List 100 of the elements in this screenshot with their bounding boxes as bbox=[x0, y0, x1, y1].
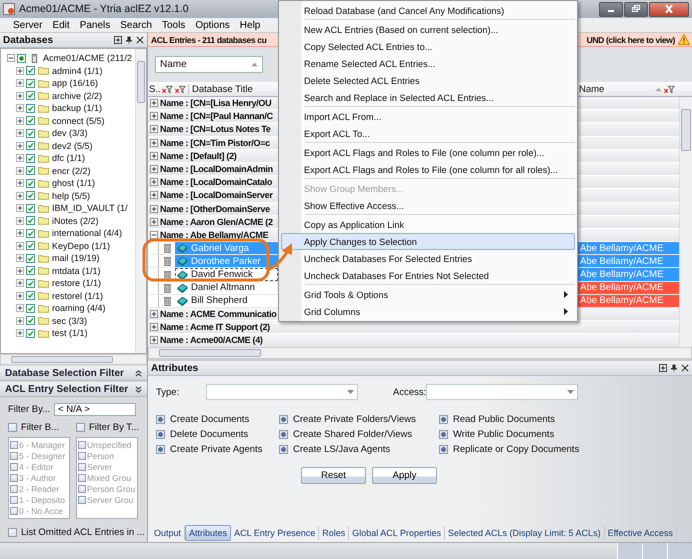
filter-icon[interactable] bbox=[175, 84, 186, 94]
tree-item[interactable]: restore (1/1) bbox=[52, 278, 102, 288]
expand-icon[interactable] bbox=[150, 218, 158, 226]
tree-item[interactable]: test (1/1) bbox=[52, 328, 88, 338]
dock-icon[interactable] bbox=[659, 364, 667, 372]
filter-header[interactable]: Database Selection Filter bbox=[0, 366, 147, 381]
group-row-label[interactable]: Name : Abe Bellamy/ACME bbox=[160, 230, 268, 240]
expand-icon[interactable] bbox=[150, 99, 158, 108]
tree-item[interactable]: iNotes (2/2) bbox=[52, 216, 99, 226]
trash-icon[interactable] bbox=[163, 270, 172, 280]
checkbox[interactable] bbox=[17, 54, 26, 63]
checkbox[interactable] bbox=[26, 304, 35, 313]
column-header[interactable]: S.. bbox=[148, 84, 162, 94]
expand-icon[interactable] bbox=[150, 310, 158, 318]
checkbox[interactable] bbox=[26, 78, 35, 88]
trash-icon[interactable] bbox=[163, 282, 172, 293]
tab[interactable]: Global ACL Properties bbox=[349, 526, 445, 540]
filter-icon[interactable] bbox=[162, 84, 173, 94]
group-row-label[interactable]: Name : Acme00/ACME (4) bbox=[160, 335, 263, 346]
expand-icon[interactable] bbox=[150, 336, 158, 344]
tab[interactable]: Attributes bbox=[185, 524, 232, 540]
chevron-icon[interactable] bbox=[135, 370, 142, 376]
tab[interactable]: Selected ACLs (Display Limit: 5 ACLs) bbox=[445, 526, 605, 540]
checkbox[interactable] bbox=[26, 228, 35, 238]
expand-icon[interactable] bbox=[16, 129, 24, 138]
expand-icon[interactable] bbox=[16, 104, 24, 112]
tree-item[interactable]: KeyDepo (1/1) bbox=[52, 240, 110, 251]
expand-icon[interactable] bbox=[16, 154, 24, 162]
checkbox[interactable] bbox=[26, 154, 35, 163]
menu-item[interactable]: Delete Selected ACL Entries bbox=[281, 72, 575, 89]
checkbox[interactable] bbox=[26, 241, 35, 250]
tree-item[interactable]: dfc (1/1) bbox=[52, 153, 86, 164]
menu-item[interactable]: Server bbox=[8, 20, 48, 30]
expand-icon[interactable] bbox=[16, 242, 24, 250]
group-row-label[interactable]: Name : [LocalDomainServer bbox=[160, 190, 273, 200]
filter-field[interactable]: < N/A > bbox=[54, 403, 136, 416]
checkbox[interactable] bbox=[156, 445, 165, 454]
menu-item[interactable]: Export ACL Flags and Roles to File (one column for all roles)... bbox=[281, 161, 575, 178]
menu-item[interactable]: Help bbox=[234, 20, 266, 30]
banner-link[interactable]: UND (click here to view) bbox=[586, 34, 675, 44]
expand-icon[interactable] bbox=[16, 279, 24, 288]
group-row-label[interactable]: Name : [LocalDomainAdmin bbox=[160, 164, 273, 174]
trash-icon[interactable] bbox=[163, 256, 172, 266]
expand-icon[interactable] bbox=[16, 66, 24, 75]
restore-button[interactable] bbox=[624, 2, 648, 16]
group-row-label[interactable]: Name : Aaron Glen/ACME (2 bbox=[160, 216, 273, 227]
scrollbar[interactable] bbox=[135, 49, 146, 353]
tree-item[interactable]: encr (2/2) bbox=[52, 166, 91, 176]
reset-button[interactable]: Reset bbox=[301, 467, 366, 484]
expand-icon[interactable] bbox=[150, 323, 158, 332]
menu-item[interactable]: Export ACL To... bbox=[281, 125, 575, 142]
checkbox[interactable] bbox=[439, 430, 448, 439]
collapse-icon[interactable] bbox=[150, 230, 158, 239]
tree-item[interactable]: roaming (4/4) bbox=[52, 303, 106, 314]
expand-icon[interactable] bbox=[16, 316, 24, 325]
expand-icon[interactable] bbox=[16, 254, 24, 262]
tree-item[interactable]: admin4 (1/1) bbox=[52, 66, 103, 76]
chevron-icon[interactable] bbox=[135, 386, 142, 392]
menu-item[interactable]: Grid Tools & Options bbox=[281, 286, 575, 303]
filter-header[interactable]: ACL Entry Selection Filter bbox=[0, 382, 147, 397]
apply-button[interactable]: Apply bbox=[372, 467, 437, 484]
tree-item[interactable]: Acme01/ACME (211/2 bbox=[43, 53, 132, 64]
checkbox[interactable] bbox=[26, 254, 35, 263]
menu-item[interactable]: Uncheck Databases For Selected Entries bbox=[281, 250, 575, 267]
expand-icon[interactable] bbox=[16, 229, 24, 238]
checkbox[interactable] bbox=[26, 66, 35, 76]
checkbox[interactable] bbox=[26, 91, 35, 100]
checkbox[interactable] bbox=[156, 430, 165, 439]
tree-item[interactable]: dev2 (5/5) bbox=[52, 140, 93, 151]
column-header[interactable]: Name bbox=[576, 84, 655, 94]
scrollbar[interactable] bbox=[148, 347, 692, 359]
menu-item[interactable]: Options bbox=[190, 20, 235, 30]
checkbox[interactable] bbox=[26, 204, 35, 213]
checkbox[interactable] bbox=[26, 266, 35, 276]
checkbox[interactable] bbox=[26, 191, 35, 200]
expand-icon[interactable] bbox=[16, 204, 24, 212]
tree-item[interactable]: connect (5/5) bbox=[52, 116, 105, 126]
menu-item[interactable]: New ACL Entries (Based on current selection)... bbox=[281, 21, 575, 38]
menu-item[interactable]: Export ACL Flags and Roles to File (one column per role)... bbox=[281, 144, 575, 161]
table-cell[interactable]: Bill Shepherd bbox=[175, 294, 278, 307]
expand-icon[interactable] bbox=[150, 125, 158, 134]
checkbox[interactable] bbox=[26, 328, 35, 338]
menu-item[interactable]: Rename Selected ACL Entries... bbox=[281, 55, 575, 72]
checkbox[interactable] bbox=[8, 423, 17, 432]
tree-item[interactable]: international (4/4) bbox=[52, 228, 122, 238]
filter-icon[interactable] bbox=[664, 84, 675, 94]
checkbox[interactable] bbox=[279, 430, 288, 439]
table-cell[interactable]: David Fenwick bbox=[175, 268, 278, 281]
tree-item[interactable]: mail (19/19) bbox=[52, 253, 100, 264]
trash-icon[interactable] bbox=[163, 243, 172, 254]
expand-icon[interactable] bbox=[16, 304, 24, 312]
tab[interactable]: Effective Access bbox=[604, 526, 677, 540]
table-cell[interactable]: Daniel Altmann bbox=[175, 282, 278, 294]
menu-item[interactable]: Uncheck Databases For Entries Not Selected bbox=[281, 267, 575, 284]
group-row-label[interactable]: Name : [CN=[Lisa Henry/OU bbox=[160, 98, 272, 108]
group-row-label[interactable]: Name : ACME Communicatio bbox=[160, 309, 276, 320]
checkbox[interactable] bbox=[8, 528, 17, 537]
caret-icon[interactable] bbox=[567, 390, 574, 394]
menu-item[interactable]: Edit bbox=[47, 20, 75, 30]
tab[interactable]: Roles bbox=[319, 526, 350, 540]
